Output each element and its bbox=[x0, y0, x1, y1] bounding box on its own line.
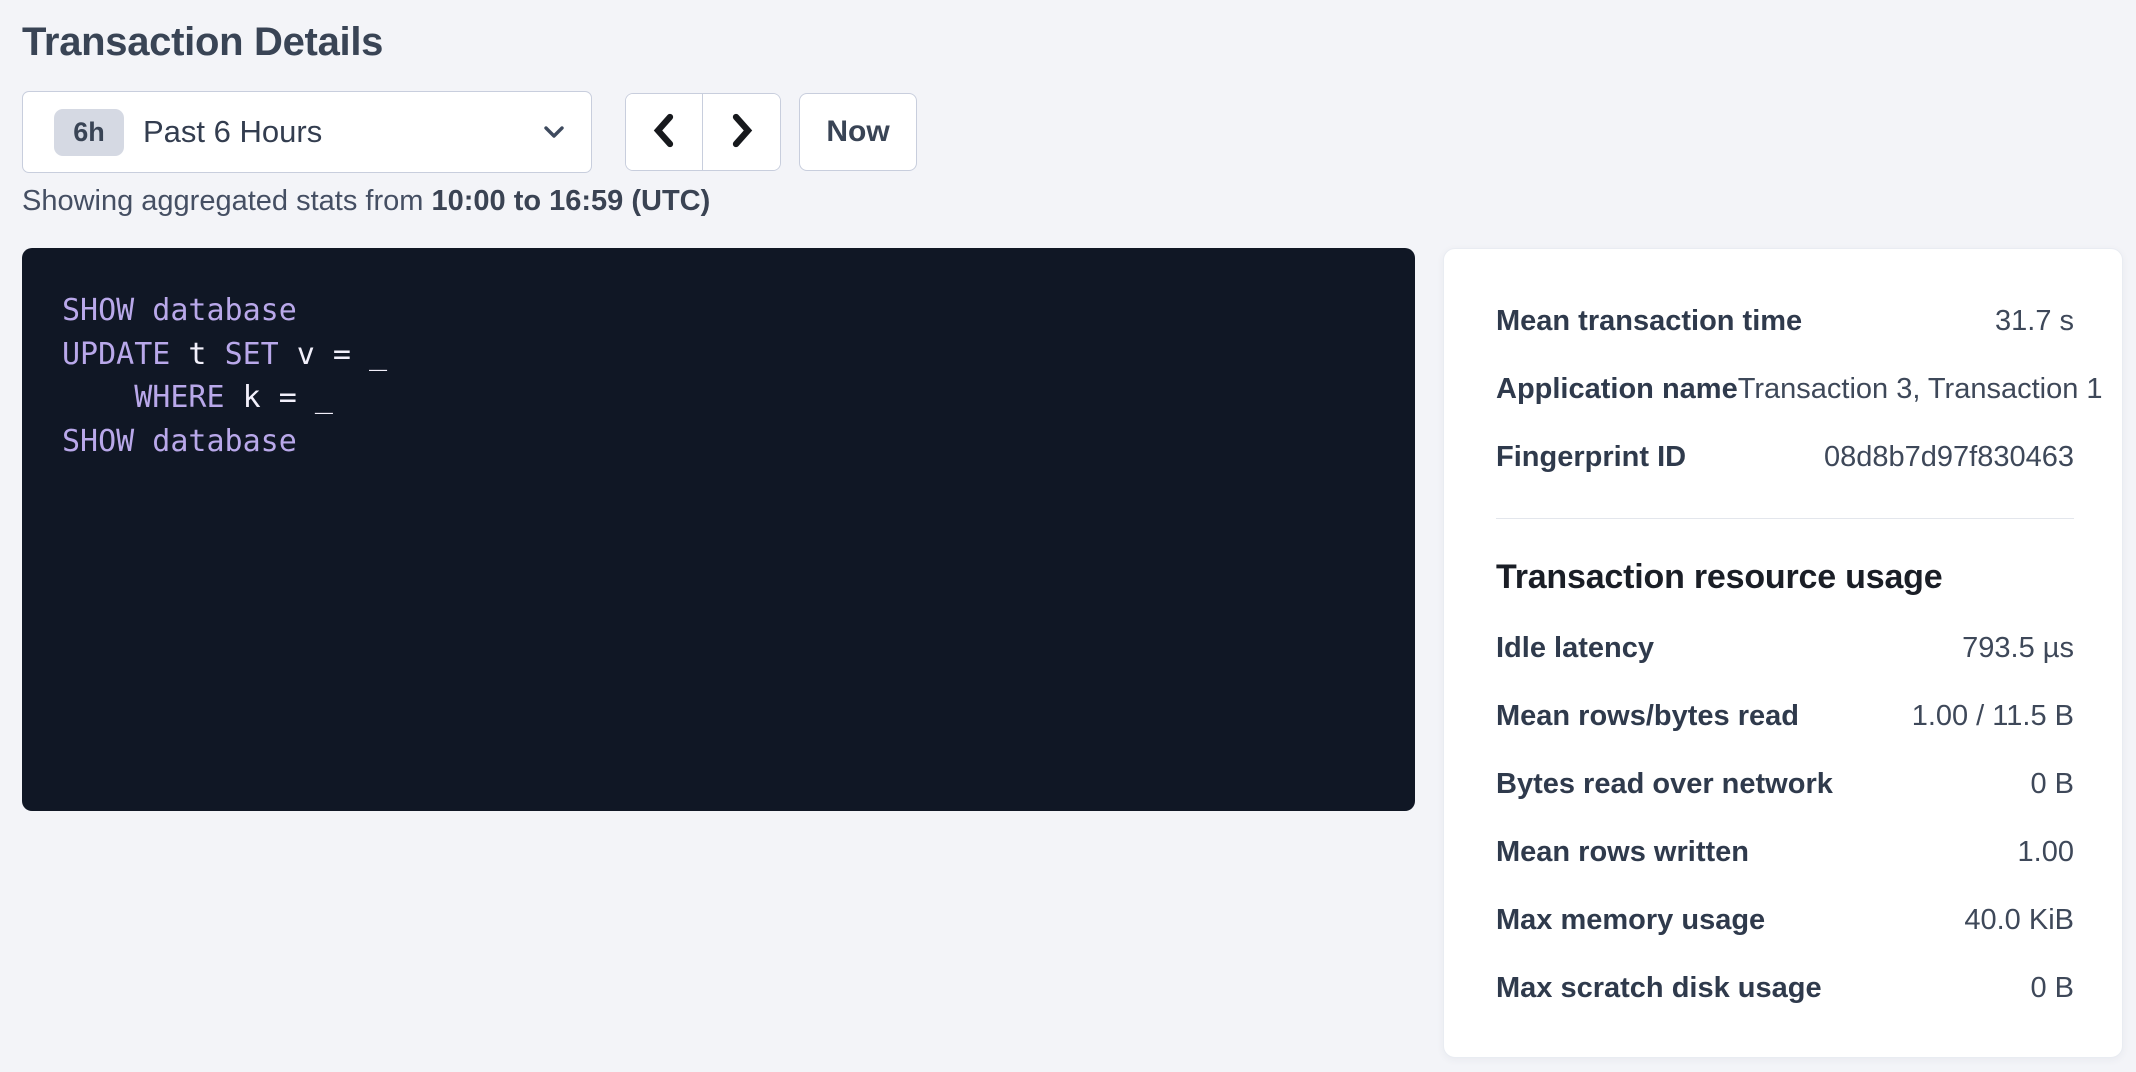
sql-token: v = _ bbox=[279, 337, 387, 372]
stat-row-mean-transaction-time: Mean transaction time 31.7 s bbox=[1496, 287, 2074, 355]
chevron-left-icon bbox=[649, 112, 679, 152]
stat-row-max-memory-usage: Max memory usage 40.0 KiB bbox=[1496, 886, 2074, 954]
sql-token: t bbox=[170, 337, 224, 372]
stat-label: Max scratch disk usage bbox=[1496, 972, 1822, 1005]
stat-row-bytes-read-over-network: Bytes read over network 0 B bbox=[1496, 750, 2074, 818]
stat-row-mean-rows-written: Mean rows written 1.00 bbox=[1496, 818, 2074, 886]
chevron-right-icon bbox=[727, 112, 757, 152]
stat-value: 0 B bbox=[2030, 768, 2074, 801]
page-title: Transaction Details bbox=[22, 22, 2123, 62]
stat-row-mean-rows-bytes-read: Mean rows/bytes read 1.00 / 11.5 B bbox=[1496, 682, 2074, 750]
stat-row-application-name: Application name Transaction 3, Transact… bbox=[1496, 355, 2074, 423]
stat-row-max-scratch-disk-usage: Max scratch disk usage 0 B bbox=[1496, 954, 2074, 1022]
chevron-down-icon bbox=[544, 126, 564, 139]
stat-label: Application name bbox=[1496, 373, 1738, 406]
aggregated-stats-caption: Showing aggregated stats from 10:00 to 1… bbox=[22, 186, 2123, 216]
sql-line: SHOW database bbox=[62, 420, 1385, 464]
stat-value: 793.5 µs bbox=[1962, 632, 2074, 665]
caption-time-range: 10:00 to 16:59 (UTC) bbox=[431, 185, 710, 217]
stat-value: 1.00 bbox=[2018, 836, 2074, 869]
card-divider bbox=[1496, 518, 2074, 519]
stat-row-idle-latency: Idle latency 793.5 µs bbox=[1496, 614, 2074, 682]
stat-value: 0 B bbox=[2030, 972, 2074, 1005]
sql-token: UPDATE bbox=[62, 337, 170, 372]
stat-row-fingerprint-id: Fingerprint ID 08d8b7d97f830463 bbox=[1496, 423, 2074, 491]
stat-label: Idle latency bbox=[1496, 632, 1654, 665]
time-range-dropdown[interactable]: 6h Past 6 Hours bbox=[22, 91, 592, 173]
time-range-label: Past 6 Hours bbox=[143, 114, 322, 150]
previous-range-button[interactable] bbox=[626, 94, 703, 170]
sql-line: SHOW database bbox=[62, 289, 1385, 333]
time-range-toolbar: 6h Past 6 Hours bbox=[22, 91, 2123, 173]
stat-label: Mean rows/bytes read bbox=[1496, 700, 1799, 733]
stat-label: Max memory usage bbox=[1496, 904, 1765, 937]
now-button[interactable]: Now bbox=[799, 93, 917, 171]
stat-label: Mean rows written bbox=[1496, 836, 1749, 869]
stat-value: 31.7 s bbox=[1995, 305, 2074, 338]
transaction-stats-card: Mean transaction time 31.7 s Application… bbox=[1443, 248, 2123, 1058]
caption-prefix: Showing aggregated stats from bbox=[22, 185, 431, 217]
sql-statement-box: SHOW database UPDATE t SET v = _ WHERE k… bbox=[22, 248, 1415, 811]
sql-token: WHERE bbox=[134, 380, 224, 415]
stat-value: 40.0 KiB bbox=[1964, 904, 2074, 937]
sql-line: WHERE k = _ bbox=[62, 376, 1385, 420]
next-range-button[interactable] bbox=[703, 94, 780, 170]
sql-line: UPDATE t SET v = _ bbox=[62, 333, 1385, 377]
sql-token: SHOW database bbox=[62, 293, 297, 328]
stat-label: Mean transaction time bbox=[1496, 305, 1802, 338]
resource-usage-heading: Transaction resource usage bbox=[1496, 555, 2074, 599]
stat-value: 08d8b7d97f830463 bbox=[1824, 441, 2074, 474]
sql-token: SHOW database bbox=[62, 424, 297, 459]
stat-value: Transaction 3, Transaction 1 bbox=[1738, 373, 2103, 406]
time-range-nav bbox=[625, 93, 781, 171]
sql-token: SET bbox=[225, 337, 279, 372]
transaction-details-page: Transaction Details 6h Past 6 Hours bbox=[0, 0, 2136, 1058]
sql-token: k = _ bbox=[225, 380, 333, 415]
time-range-badge: 6h bbox=[54, 109, 124, 156]
stat-label: Fingerprint ID bbox=[1496, 441, 1686, 474]
stat-value: 1.00 / 11.5 B bbox=[1912, 700, 2074, 733]
sql-token bbox=[62, 380, 134, 415]
stat-label: Bytes read over network bbox=[1496, 768, 1833, 801]
main-content: SHOW database UPDATE t SET v = _ WHERE k… bbox=[22, 248, 2123, 1058]
